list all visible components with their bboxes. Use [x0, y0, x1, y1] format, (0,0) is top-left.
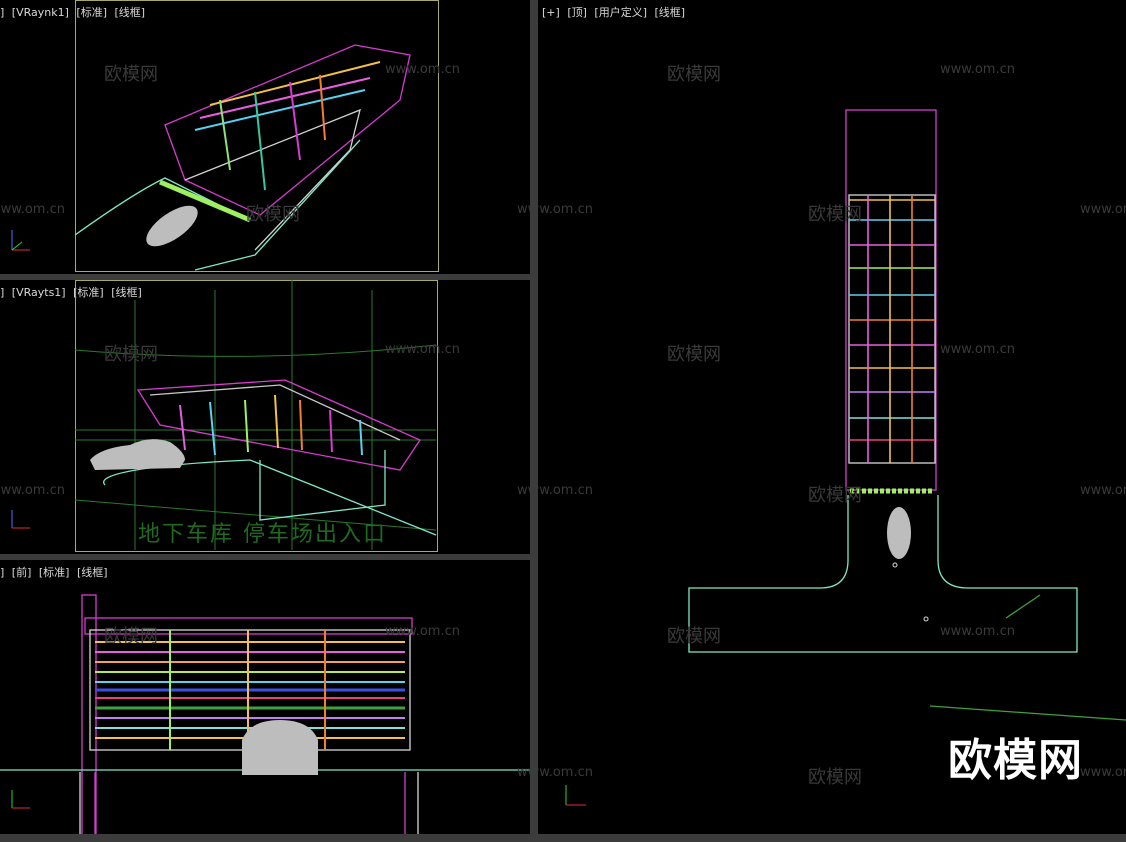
- viewport-camera-2[interactable]: ] [VRayts1] [标准] [线框] 地下车库 停车场出入口 欧模网 ww…: [0, 280, 530, 554]
- viewport-front[interactable]: ] [前] [标准] [线框] 欧模网 www.om.cn w: [0, 560, 530, 834]
- watermark-brand: 欧模网: [808, 204, 862, 225]
- watermark-logo: 欧模网: [948, 735, 1083, 786]
- watermark-brand: 欧模网: [104, 64, 158, 85]
- watermark-url: www.om.cn: [385, 62, 460, 77]
- watermark-url: www.om.cn: [517, 483, 530, 498]
- wireframe-garage-front: [0, 594, 530, 834]
- axis-gizmo-icon: [11, 790, 30, 809]
- scene-text-overlay: 地下车库 停车场出入口: [138, 522, 387, 547]
- watermark-url: www.om.cn: [385, 624, 460, 639]
- watermark-url: www.om.cn: [517, 765, 530, 780]
- watermark-url: www.om.cn: [538, 202, 593, 217]
- watermark-url: www.om.cn: [1080, 202, 1126, 217]
- wireframe-garage-top: [688, 109, 1126, 721]
- watermark-brand: 欧模网: [667, 626, 721, 647]
- watermark-brand: 欧模网: [808, 767, 862, 788]
- watermark-url: www.om.cn: [385, 342, 460, 357]
- watermark-url: www.om.cn: [0, 202, 65, 217]
- axis-gizmo-icon: [11, 230, 30, 251]
- axis-gizmo-icon: [11, 510, 30, 529]
- watermark-url: www.om.cn: [940, 62, 1015, 77]
- wireframe-garage-perspective: [74, 44, 411, 271]
- watermark-brand: 欧模网: [246, 204, 300, 225]
- watermark-brand: 欧模网: [104, 626, 158, 647]
- watermark-url: www.om.cn: [0, 483, 65, 498]
- watermark-url: www.om.cn: [940, 342, 1015, 357]
- watermark-brand: 欧模网: [808, 485, 862, 506]
- axis-gizmo-icon: [565, 785, 586, 806]
- wireframe-garage-camera: [74, 280, 437, 550]
- viewport-divider-vertical[interactable]: [530, 0, 538, 842]
- watermark-url: www.om.cn: [1080, 765, 1126, 780]
- watermark-brand: 欧模网: [667, 344, 721, 365]
- watermark-url: www.om.cn: [538, 483, 593, 498]
- watermark-brand: 欧模网: [667, 64, 721, 85]
- viewport-divider-horizontal[interactable]: [0, 554, 530, 560]
- viewport-bottom-border: [0, 834, 1126, 842]
- watermark-url: www.om.cn: [1080, 483, 1126, 498]
- viewport-divider-horizontal[interactable]: [0, 274, 530, 280]
- watermark-brand: 欧模网: [104, 344, 158, 365]
- viewport-top[interactable]: [+] [顶] [用户定义] [线框] 欧模网 www.om.cn w.om.c…: [538, 0, 1126, 834]
- viewport-camera-1[interactable]: ] [VRaynk1] [标准] [线框] 欧模网 www.om.cn www.…: [0, 0, 530, 274]
- watermark-url: www.om.cn: [517, 202, 530, 217]
- watermark-url: www.om.cn: [940, 624, 1015, 639]
